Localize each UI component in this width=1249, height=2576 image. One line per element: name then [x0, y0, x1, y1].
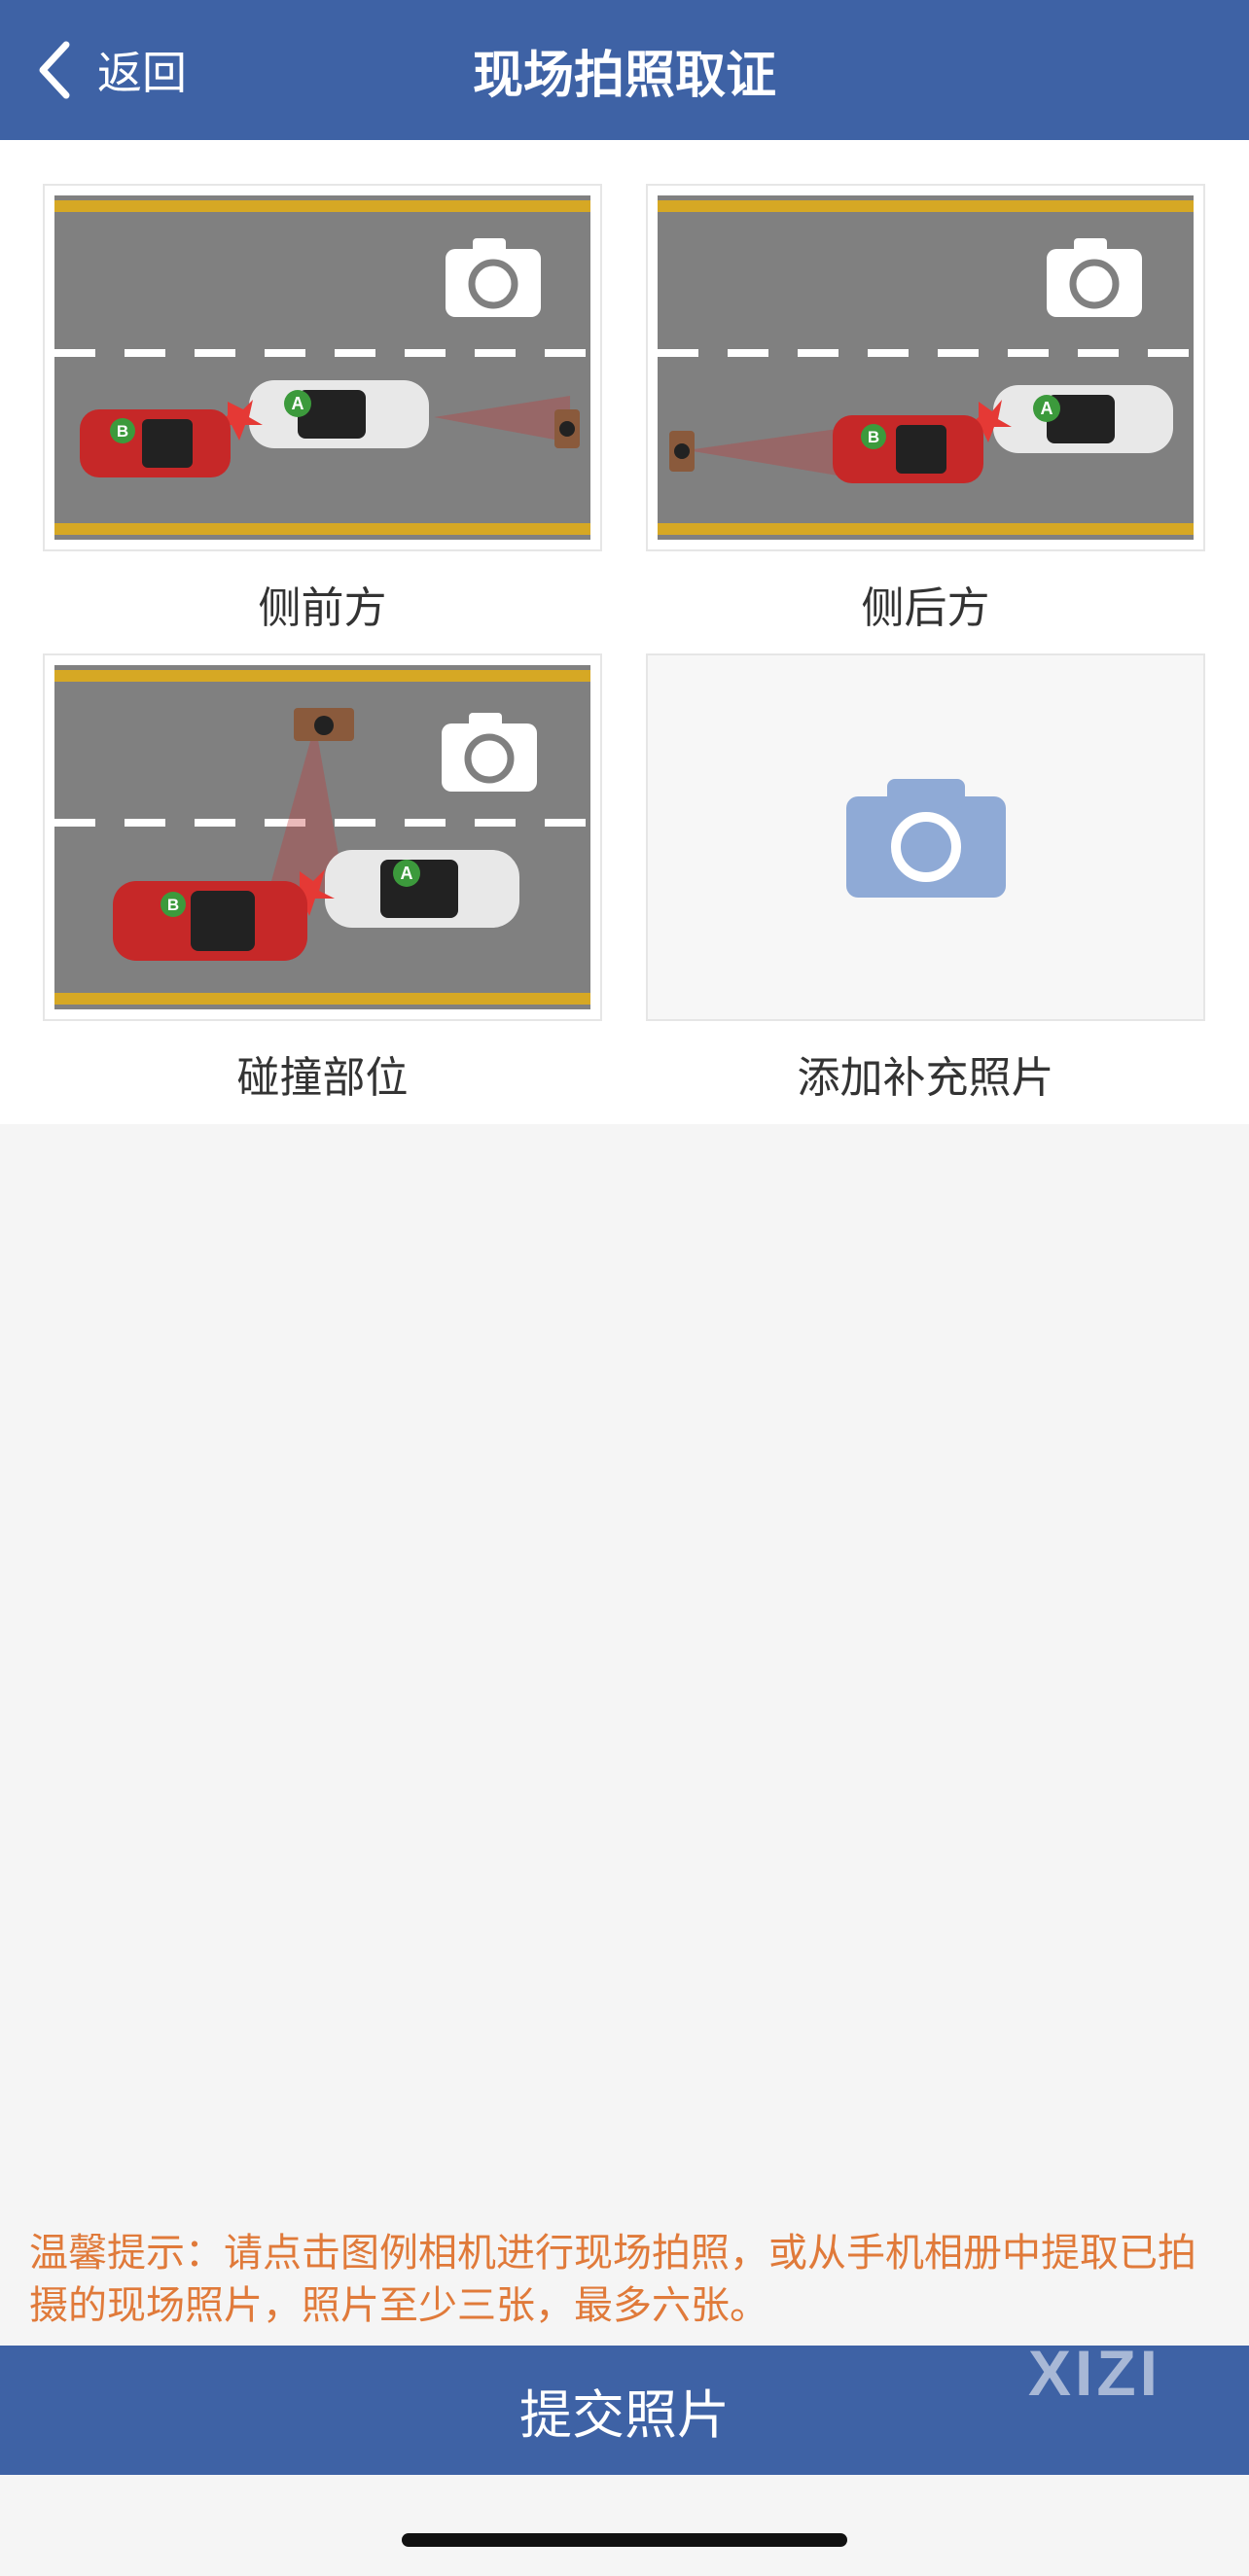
back-label: 返回	[97, 47, 187, 99]
page-title: 现场拍照取证	[472, 46, 776, 105]
car-b: B	[113, 881, 307, 961]
nav-bar: 返回 现场拍照取证	[0, 0, 1249, 140]
svg-text:A: A	[292, 394, 304, 413]
photo-label: 侧后方	[861, 583, 990, 633]
photo-grid: A B 侧前方 A B 侧后方 A B 碰撞部位 添加补充照片	[0, 140, 1249, 1124]
impact-diagram: A B	[54, 665, 590, 1009]
car-a: A	[325, 850, 519, 928]
svg-text:A: A	[401, 864, 413, 883]
photo-label: 碰撞部位	[236, 1053, 409, 1103]
home-indicator	[402, 2533, 847, 2547]
svg-text:B: B	[868, 428, 879, 446]
camera-icon	[1047, 238, 1142, 317]
car-a: A	[993, 385, 1173, 453]
car-b: B	[80, 409, 231, 477]
front-side-diagram: A B	[54, 195, 590, 540]
rear-side-diagram: A B	[658, 195, 1194, 540]
car-b: B	[833, 415, 983, 483]
camera-icon	[446, 238, 541, 317]
chevron-left-icon	[39, 41, 70, 99]
add-camera-icon	[845, 779, 1006, 898]
photo-slot-front-side[interactable]: A B	[43, 184, 602, 551]
photo-label: 添加补充照片	[797, 1053, 1054, 1103]
submit-label: 提交照片	[519, 2384, 730, 2446]
photo-tile-add: 添加补充照片	[646, 653, 1205, 1105]
svg-text:A: A	[1041, 399, 1053, 418]
tip-text: 温馨提示：请点击图例相机进行现场拍照，或从手机相册中提取已拍摄的现场照片，照片至…	[29, 2231, 1196, 2328]
watermark: XIZI	[1027, 2337, 1161, 2409]
add-photo-button[interactable]	[646, 653, 1205, 1021]
camera-marker-icon	[294, 708, 354, 741]
back-button[interactable]: 返回	[35, 39, 187, 101]
photo-tile-front-side: A B 侧前方	[43, 184, 602, 635]
photo-tile-rear-side: A B 侧后方	[646, 184, 1205, 635]
photo-slot-rear-side[interactable]: A B	[646, 184, 1205, 551]
photo-tile-impact: A B 碰撞部位	[43, 653, 602, 1105]
svg-text:B: B	[117, 422, 128, 441]
photo-label: 侧前方	[258, 583, 387, 633]
photo-slot-impact[interactable]: A B	[43, 653, 602, 1021]
camera-marker-icon	[554, 409, 580, 448]
camera-icon	[442, 713, 537, 792]
camera-marker-icon	[669, 431, 695, 472]
car-a: A	[249, 380, 429, 448]
svg-text:B: B	[167, 896, 179, 914]
